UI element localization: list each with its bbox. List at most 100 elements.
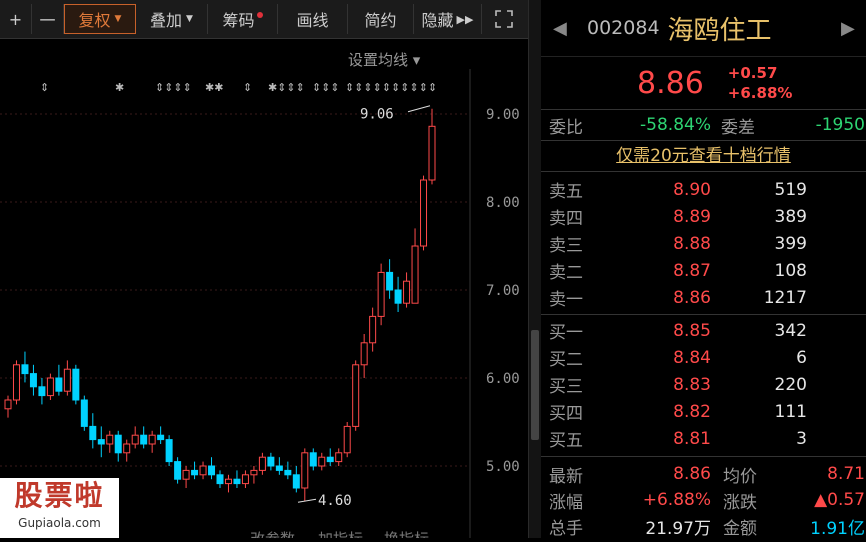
- ask-label: 卖二: [549, 263, 583, 283]
- candle-down: [233, 478, 241, 485]
- quote-panel: ◀ 002084 海鸥住工 ▶ 8.86 +0.57 +6.88% 委比 -58…: [541, 0, 866, 539]
- ask-price: 8.90: [673, 179, 711, 200]
- ask-label: 卖四: [549, 209, 583, 229]
- diejia-label: 叠加: [150, 11, 183, 30]
- candle-up: [258, 456, 266, 471]
- low-annotation: 4.60: [318, 493, 352, 509]
- watermark-site: Gupiaola.com: [18, 516, 101, 530]
- zoom-out-button[interactable]: 一: [32, 4, 64, 34]
- chg-value: ▲0.57: [814, 490, 865, 510]
- candle-up: [182, 469, 190, 480]
- stat-row-pct: 涨幅 +6.88% 涨跌 ▲0.57: [541, 487, 866, 513]
- candle-up: [4, 399, 12, 410]
- candle-up: [318, 456, 326, 467]
- bid-vol: 111: [774, 401, 807, 422]
- candle-down: [309, 452, 317, 467]
- bid-row[interactable]: 买五 8.81 3: [541, 425, 866, 452]
- candle-down: [55, 377, 63, 392]
- ask-label: 卖三: [549, 236, 583, 256]
- candle-down: [284, 469, 292, 476]
- bid-row[interactable]: 买四 8.82 111: [541, 398, 866, 425]
- candle-down: [80, 399, 88, 427]
- chg-label: 涨跌: [723, 492, 757, 513]
- candle-up: [12, 364, 20, 401]
- candle-up: [403, 280, 411, 304]
- ask-row[interactable]: 卖二 8.87 108: [541, 257, 866, 284]
- indicator-tab[interactable]: 改参数: [250, 530, 295, 542]
- bid-row[interactable]: 买一 8.85 342: [541, 317, 866, 344]
- stats-block: 最新 8.86 均价 8.71 涨幅 +6.88% 涨跌 ▲0.57 总手 21…: [541, 457, 866, 539]
- next-stock-icon[interactable]: ▶: [841, 18, 855, 39]
- set-ma-label[interactable]: 设置均线 ▾: [348, 51, 421, 69]
- scrollbar-thumb[interactable]: [531, 330, 539, 440]
- yincang-label: 隐藏: [421, 11, 454, 30]
- high-annotation: 9.06: [360, 107, 394, 123]
- event-marker-icon: ✱✱: [205, 81, 223, 94]
- candle-up: [131, 434, 139, 445]
- candle-up: [352, 364, 360, 427]
- candle-up: [224, 478, 232, 485]
- weicha-value: -1950: [815, 115, 865, 135]
- zoom-in-button[interactable]: +: [0, 4, 32, 34]
- ask-row[interactable]: 卖三 8.88 399: [541, 230, 866, 257]
- bid-row[interactable]: 买三 8.83 220: [541, 371, 866, 398]
- chouma-button[interactable]: 筹码: [208, 4, 278, 34]
- watermark-logo: 股票啦 Gupiaola.com: [0, 478, 119, 538]
- huaxian-button[interactable]: 画线: [278, 4, 348, 34]
- bid-price: 8.81: [673, 428, 711, 449]
- fullscreen-button[interactable]: [482, 4, 526, 34]
- bid-label: 买一: [549, 323, 583, 343]
- diejia-dropdown[interactable]: 叠加 ▼: [136, 4, 208, 34]
- double-arrow-right-icon: ▶▶: [456, 12, 474, 26]
- stock-code: 002084: [587, 17, 660, 39]
- ask-row[interactable]: 卖一 8.86 1217: [541, 284, 866, 311]
- candle-up: [301, 452, 309, 489]
- candle-down: [89, 425, 97, 441]
- jianyue-button[interactable]: 简约: [348, 4, 414, 34]
- price-tick-label: 6.00: [486, 371, 520, 387]
- watermark-brand: 股票啦: [14, 479, 105, 512]
- bid-label: 买三: [549, 377, 583, 397]
- ask-price: 8.89: [673, 206, 711, 227]
- ask-price: 8.87: [673, 260, 711, 281]
- candle-down: [72, 368, 80, 401]
- avg-value: 8.71: [827, 464, 865, 484]
- prev-stock-icon[interactable]: ◀: [553, 18, 567, 39]
- level2-promo-link[interactable]: 仅需20元查看十档行情: [541, 141, 866, 172]
- stat-row-latest: 最新 8.86 均价 8.71: [541, 461, 866, 487]
- chart-toolbar: + 一 复权 ▼ 叠加 ▼ 筹码 画线 简约 隐藏 ▶▶: [0, 0, 528, 39]
- event-marker-icon: ⇕⇕⇕⇕⇕⇕⇕⇕⇕⇕: [345, 81, 437, 94]
- indicator-tab[interactable]: 换指标: [384, 530, 429, 542]
- stock-header: ◀ 002084 海鸥住工 ▶: [541, 0, 866, 57]
- weibi-row: 委比 -58.84% 委差 -1950: [541, 110, 866, 141]
- latest-value: 8.86: [673, 464, 711, 484]
- candle-down: [157, 434, 165, 441]
- event-marker-icon: ⇕⇕⇕: [312, 81, 340, 94]
- candle-up: [369, 315, 377, 344]
- candle-up: [63, 368, 71, 392]
- indicator-tab[interactable]: 加指标: [318, 530, 363, 542]
- ask-row[interactable]: 卖五 8.90 519: [541, 176, 866, 203]
- bid-price: 8.85: [673, 320, 711, 341]
- candle-down: [97, 439, 105, 445]
- stat-row-volume: 总手 21.97万 金额 1.91亿: [541, 513, 866, 539]
- fuquan-dropdown[interactable]: 复权 ▼: [64, 4, 136, 34]
- ask-vol: 389: [774, 206, 807, 227]
- ask-row[interactable]: 卖四 8.89 389: [541, 203, 866, 230]
- candle-up: [343, 425, 351, 454]
- ask-label: 卖一: [549, 290, 583, 310]
- ask-price: 8.86: [673, 287, 711, 308]
- candle-down: [267, 456, 275, 467]
- change-value: +0.57: [727, 64, 778, 82]
- candle-down: [386, 271, 394, 291]
- bid-row[interactable]: 买二 8.84 6: [541, 344, 866, 371]
- kline-chart[interactable]: 9.00 8.00 7.00 6.00 5.00 设置均线 ▾ ⇕ ✱ ⇕⇕⇕⇕ ✱✱ ⇕ ✱⇕⇕⇕ ⇕…: [0, 39, 528, 542]
- weibi-value: -58.84%: [640, 115, 711, 135]
- kline-svg: 9.00 8.00 7.00 6.00 5.00 设置均线 ▾ ⇕ ✱ ⇕⇕⇕⇕ ✱✱ ⇕ ✱⇕⇕⇕ ⇕…: [0, 51, 520, 542]
- bid-vol: 3: [796, 428, 807, 449]
- volume-label: 总手: [549, 518, 583, 539]
- vertical-scrollbar[interactable]: [528, 0, 541, 538]
- bid-price: 8.83: [673, 374, 711, 395]
- event-marker-icon: ✱⇕⇕⇕: [268, 81, 305, 94]
- yincang-button[interactable]: 隐藏 ▶▶: [414, 4, 482, 34]
